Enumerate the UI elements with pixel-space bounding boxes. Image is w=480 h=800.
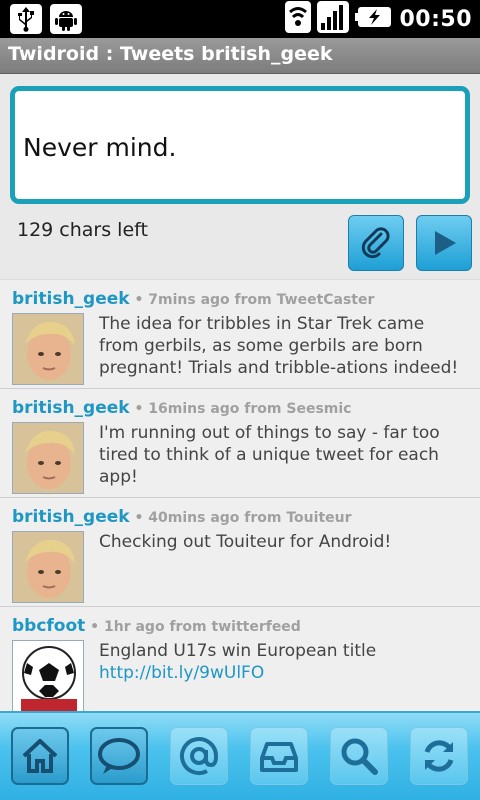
tweet-text: England U17s win European title http://b… — [99, 641, 377, 683]
status-bar: 00:50 — [0, 0, 480, 38]
tweet-meta: • 16mins ago from Seesmic — [129, 401, 352, 417]
battery-charging-icon — [355, 5, 393, 33]
tweet-text: The idea for tribbles in Star Trek came … — [99, 314, 459, 378]
attach-button[interactable] — [348, 215, 404, 271]
page-title: Twidroid : Tweets british_geek — [8, 43, 333, 65]
search-icon — [341, 738, 378, 775]
tweet-username[interactable]: british_geek — [12, 507, 130, 527]
refresh-button[interactable] — [410, 727, 468, 785]
signal-icon — [317, 1, 350, 37]
list-item[interactable]: british_geek • 40mins ago from Touiteur … — [0, 497, 480, 606]
tweet-input[interactable]: Never mind. — [10, 86, 470, 204]
home-icon — [22, 739, 58, 773]
refresh-icon — [424, 740, 454, 772]
at-sign-icon — [180, 737, 219, 775]
compose-area: Never mind. 129 chars left — [0, 74, 480, 279]
direct-messages-button[interactable] — [250, 727, 308, 785]
play-icon — [435, 231, 456, 255]
wifi-icon — [285, 1, 312, 37]
home-button[interactable] — [11, 727, 69, 785]
tweet-text: I'm running out of things to say - far t… — [99, 423, 440, 487]
send-button[interactable] — [416, 215, 472, 271]
list-item[interactable]: british_geek • 16mins ago from Seesmic I… — [0, 388, 480, 497]
paperclip-icon — [361, 227, 390, 259]
tweet-meta: • 40mins ago from Touiteur — [129, 510, 352, 526]
avatar[interactable] — [12, 313, 84, 385]
title-bar: Twidroid : Tweets british_geek — [0, 38, 480, 74]
tweet-meta: • 7mins ago from TweetCaster — [129, 292, 375, 308]
char-counter: 129 chars left — [17, 219, 148, 241]
tweet-input-text: Never mind. — [23, 133, 177, 162]
avatar[interactable] — [12, 422, 84, 494]
tweet-meta: • 1hr ago from twitterfeed — [85, 619, 301, 635]
tweet-username[interactable]: british_geek — [12, 289, 130, 309]
clock: 00:50 — [399, 6, 472, 32]
speech-bubble-icon — [98, 738, 140, 774]
messages-button[interactable] — [90, 727, 148, 785]
tweet-username[interactable]: bbcfoot — [12, 616, 85, 636]
search-button[interactable] — [330, 727, 388, 785]
tweet-username[interactable]: british_geek — [12, 398, 130, 418]
bottom-toolbar — [0, 711, 480, 800]
tweet-text: Checking out Touiteur for Android! — [99, 532, 392, 552]
tweet-list[interactable]: british_geek • 7mins ago from TweetCaste… — [0, 279, 480, 711]
usb-icon — [10, 4, 42, 34]
mentions-button[interactable] — [170, 727, 228, 785]
avatar[interactable] — [12, 640, 84, 711]
android-icon — [50, 4, 82, 34]
list-item[interactable]: british_geek • 7mins ago from TweetCaste… — [0, 279, 480, 388]
avatar[interactable] — [12, 531, 84, 603]
inbox-icon — [260, 742, 298, 772]
tweet-link[interactable]: http://bit.ly/9wUlFO — [99, 663, 264, 683]
list-item[interactable]: bbcfoot • 1hr ago from twitterfeed Engla… — [0, 606, 480, 711]
